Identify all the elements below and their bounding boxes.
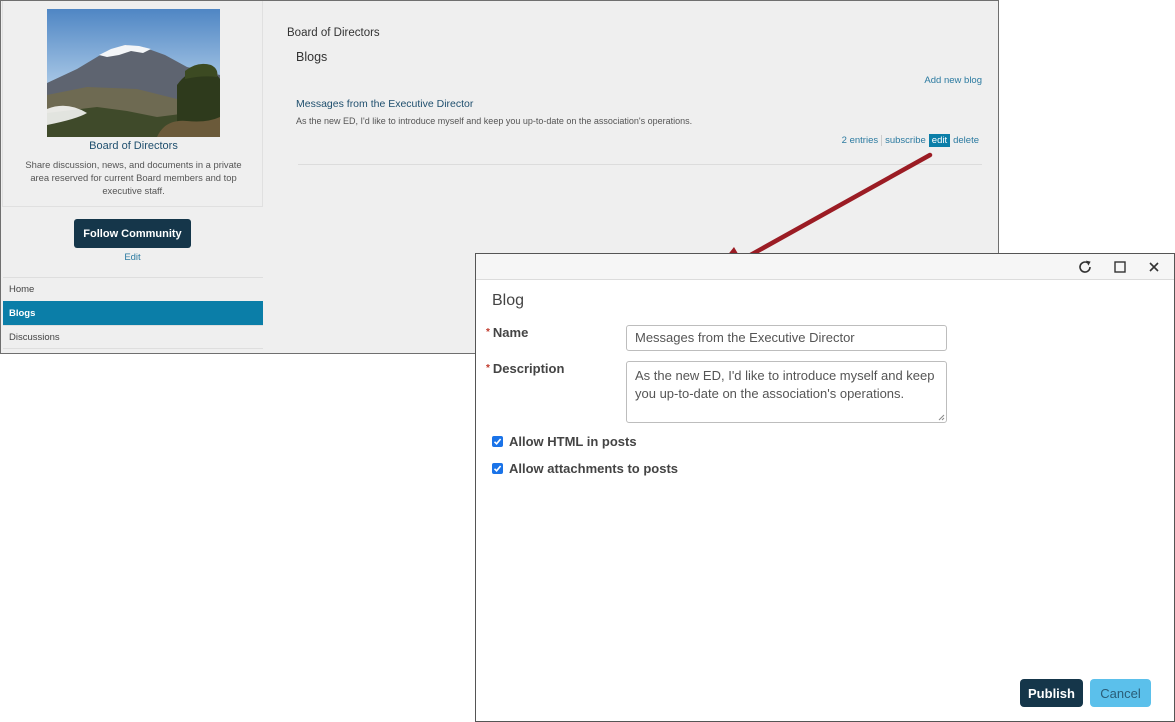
blog-actions: 2 entries subscribe edit delete bbox=[839, 134, 982, 147]
allow-html-label: Allow HTML in posts bbox=[509, 434, 637, 449]
required-marker: * bbox=[486, 363, 490, 374]
name-label-text: Name bbox=[492, 325, 529, 340]
add-new-blog-link[interactable]: Add new blog bbox=[924, 75, 982, 86]
nav-item-discussions[interactable]: Discussions bbox=[3, 325, 263, 349]
nav-item-blogs[interactable]: Blogs bbox=[3, 301, 263, 325]
blog-edit-link[interactable]: edit bbox=[928, 134, 951, 147]
name-label: * Name bbox=[486, 325, 528, 340]
close-icon[interactable] bbox=[1144, 257, 1164, 277]
allow-html-checkbox[interactable] bbox=[492, 436, 503, 447]
description-label: * Description bbox=[486, 361, 564, 376]
description-label-text: Description bbox=[492, 361, 565, 376]
dialog-titlebar bbox=[476, 254, 1174, 280]
description-textarea[interactable]: As the new ED, I'd like to introduce mys… bbox=[626, 361, 947, 423]
required-marker: * bbox=[486, 327, 490, 338]
blog-entries-link[interactable]: 2 entries bbox=[839, 135, 881, 146]
blog-divider bbox=[298, 164, 982, 165]
checkmark-icon bbox=[493, 465, 502, 472]
publish-button[interactable]: Publish bbox=[1020, 679, 1083, 707]
allow-attachments-option[interactable]: Allow attachments to posts bbox=[492, 461, 678, 476]
blog-delete-link[interactable]: delete bbox=[950, 135, 982, 146]
allow-attachments-checkbox[interactable] bbox=[492, 463, 503, 474]
checkmark-icon bbox=[493, 438, 502, 445]
allow-attachments-label: Allow attachments to posts bbox=[509, 461, 679, 476]
community-card: Board of Directors Share discussion, new… bbox=[2, 1, 263, 207]
community-nav: Home Blogs Discussions bbox=[3, 277, 263, 349]
screenshot-stage: Board of Directors Share discussion, new… bbox=[0, 0, 1175, 722]
name-input[interactable]: Messages from the Executive Director bbox=[626, 325, 947, 351]
page-title: Board of Directors bbox=[287, 27, 380, 39]
community-card-title[interactable]: Board of Directors bbox=[3, 140, 264, 152]
section-title: Blogs bbox=[296, 50, 328, 64]
refresh-icon[interactable] bbox=[1075, 257, 1095, 277]
community-card-description: Share discussion, news, and documents in… bbox=[25, 159, 242, 196]
community-photo bbox=[47, 9, 220, 137]
nav-item-home[interactable]: Home bbox=[3, 277, 263, 301]
blog-description: As the new ED, I'd like to introduce mys… bbox=[296, 116, 693, 126]
blog-title-link[interactable]: Messages from the Executive Director bbox=[296, 98, 473, 110]
resize-grip-icon[interactable] bbox=[938, 414, 945, 421]
allow-html-option[interactable]: Allow HTML in posts bbox=[492, 434, 637, 449]
community-sidebar: Board of Directors Share discussion, new… bbox=[1, 1, 264, 353]
follow-community-button[interactable]: Follow Community bbox=[74, 219, 191, 248]
cancel-button[interactable]: Cancel bbox=[1090, 679, 1151, 707]
maximize-icon[interactable] bbox=[1110, 257, 1130, 277]
blog-dialog: Blog * Name Messages from the Executive D… bbox=[475, 253, 1175, 722]
edit-community-link[interactable]: Edit bbox=[1, 252, 264, 263]
dialog-heading: Blog bbox=[492, 292, 525, 309]
blog-subscribe-link[interactable]: subscribe bbox=[882, 135, 929, 146]
